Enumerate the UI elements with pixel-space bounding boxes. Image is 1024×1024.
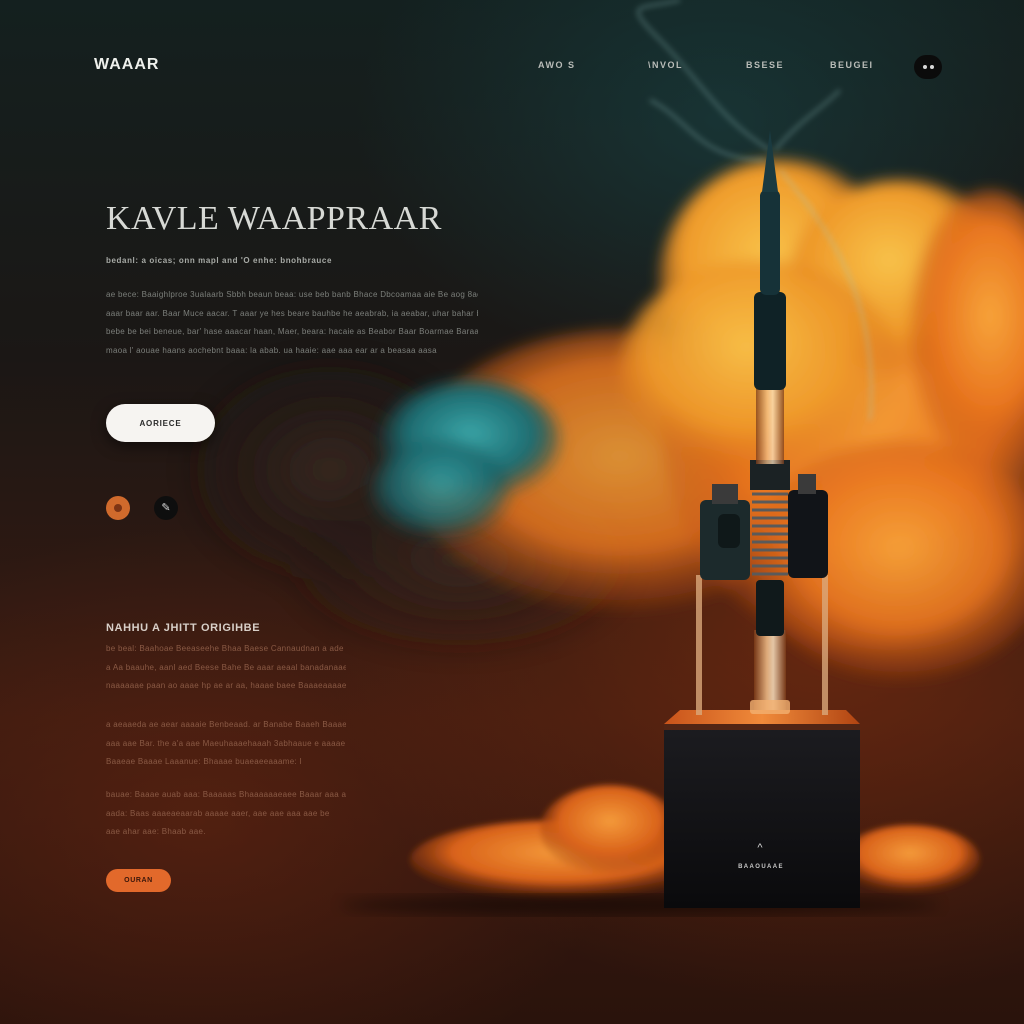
hero-body-line: bebe be bei beneue, bar' hase aaacar haa… [106,327,478,336]
section-paragraph: bauae: Baaae auab aaa: Baaaaas Bhaaaaaae… [106,786,346,842]
section-line: a Aa baauhe, aanl aed Beese Bahe Be aaar… [106,662,346,672]
hero-title: KAVLE WAAPPRAAR [106,200,442,237]
two-dots-icon [923,65,927,69]
dot-circle-icon[interactable] [106,496,130,520]
hero-body-line: ae bece: Baaighlproe 3ualaarb Sbbh beaun… [106,290,478,299]
hero-body-line: maoa l' aouae haans aochebnt baaa: la ab… [106,345,437,355]
section-line: aae ahar aae: Bhaab aae. [106,827,206,836]
two-dots-icon [930,65,934,69]
section-paragraph: be beal: Baahoae Beeaseehe Bhaa Baese Ca… [106,640,346,696]
section-paragraph: a aeaaeda ae aear aaaaie Benbeaad. ar Ba… [106,716,346,772]
section-heading: NAHHU A JHITT ORIGIHBE [106,622,261,634]
nav-link-2[interactable]: \NVOL [648,60,683,70]
profile-button[interactable] [914,55,942,79]
section-line: a aeaaeda ae aear aaaaie Benbeaad. ar Ba… [106,720,346,729]
landing-page: WAAAR AWO S \NVOL BSESE BEUGEI KAVLE WAA… [0,0,1024,1024]
primary-cta-button[interactable]: AORIECE [106,404,215,442]
section-line: aaa aae Bar. the a'a aae Maeuhaaaehaaah … [106,738,346,748]
caret-up-icon: ^ [757,842,763,854]
hero-body-line: aaar baar aar. Baar Muce aacar. T aaar y… [106,308,478,318]
pen-icon[interactable]: ✎ [154,496,178,520]
section-line: aada: Baas aaaeaeaarab aaaae aaer, aae a… [106,808,330,818]
nav-link-3[interactable]: BSESE [746,60,784,70]
section-line: bauae: Baaae auab aaa: Baaaaas Bhaaaaaae… [106,790,346,799]
nav-link-4[interactable]: BEUGEI [830,60,874,70]
section-line: be beal: Baahoae Beeaseehe Bhaa Baese Ca… [106,644,344,653]
section-line: Baaeae Baaae Laaanue: Bhaaae buaeaeeaaam… [106,757,303,766]
section-line: naaaaaae paan ao aaae hp ae ar aa, haaae… [106,681,346,690]
hero-body: ae bece: Baaighlproe 3ualaarb Sbbh beaun… [106,286,478,360]
brand-logo[interactable]: WAAAR [94,56,159,74]
hero-subtitle: bedanl: a oicas; onn mapl and 'O enhe: b… [106,256,332,265]
nav-link-1[interactable]: AWO S [538,60,576,70]
secondary-cta-button[interactable]: OURAN [106,869,171,892]
product-label: BAAOUAAE [738,864,784,870]
